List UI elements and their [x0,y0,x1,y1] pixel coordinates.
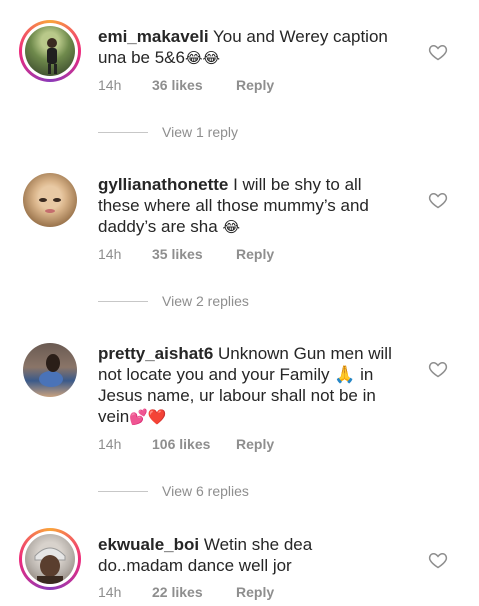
comment-text: emi_makaveli You and Werey caption una b… [98,27,388,67]
likes-count[interactable]: 22 likes [152,584,236,600]
avatar-wrapper[interactable] [19,339,81,401]
likes-count[interactable]: 106 likes [152,436,236,452]
emoji: 💕❤️ [129,408,167,426]
likes-count[interactable]: 35 likes [152,246,236,262]
timestamp: 14h [98,436,122,452]
timestamp: 14h [98,77,122,93]
avatar-story-ring[interactable] [19,528,81,590]
reply-button[interactable]: Reply [236,77,274,93]
like-heart-icon[interactable] [428,190,448,210]
comment-text: ekwuale_boi Wetin she dea do..madam danc… [98,535,313,575]
username-link[interactable]: ekwuale_boi [98,535,199,554]
reply-button[interactable]: Reply [236,584,274,600]
username-link[interactable]: pretty_aishat6 [98,344,213,363]
emoji: 😂😂 [184,49,221,67]
likes-count[interactable]: 36 likes [152,77,236,93]
comment-meta: 14h 22 likes Reply [98,584,274,600]
comment-meta: 14h 36 likes Reply [98,77,274,93]
like-heart-icon[interactable] [428,550,448,570]
view-replies-button[interactable]: View 1 reply [98,122,238,142]
like-heart-icon[interactable] [428,359,448,379]
reply-button[interactable]: Reply [236,436,274,452]
username-link[interactable]: emi_makaveli [98,27,209,46]
reply-button[interactable]: Reply [236,246,274,262]
comment-meta: 14h 35 likes Reply [98,246,274,262]
like-heart-icon[interactable] [428,42,448,62]
avatar [25,534,75,584]
avatar [23,173,77,227]
comment-meta: 14h 106 likes Reply [98,436,274,452]
timestamp: 14h [98,584,122,600]
avatar-wrapper[interactable] [19,169,81,231]
avatar [23,343,77,397]
comment-text: gyllianathonette I will be shy to all th… [98,175,369,236]
comment-text: pretty_aishat6 Unknown Gun men will not … [98,344,392,426]
avatar [25,26,75,76]
avatar-story-ring[interactable] [19,20,81,82]
emoji: 😂 [222,218,240,236]
view-replies-button[interactable]: View 6 replies [98,481,249,501]
view-replies-button[interactable]: View 2 replies [98,291,249,311]
timestamp: 14h [98,246,122,262]
username-link[interactable]: gyllianathonette [98,175,228,194]
